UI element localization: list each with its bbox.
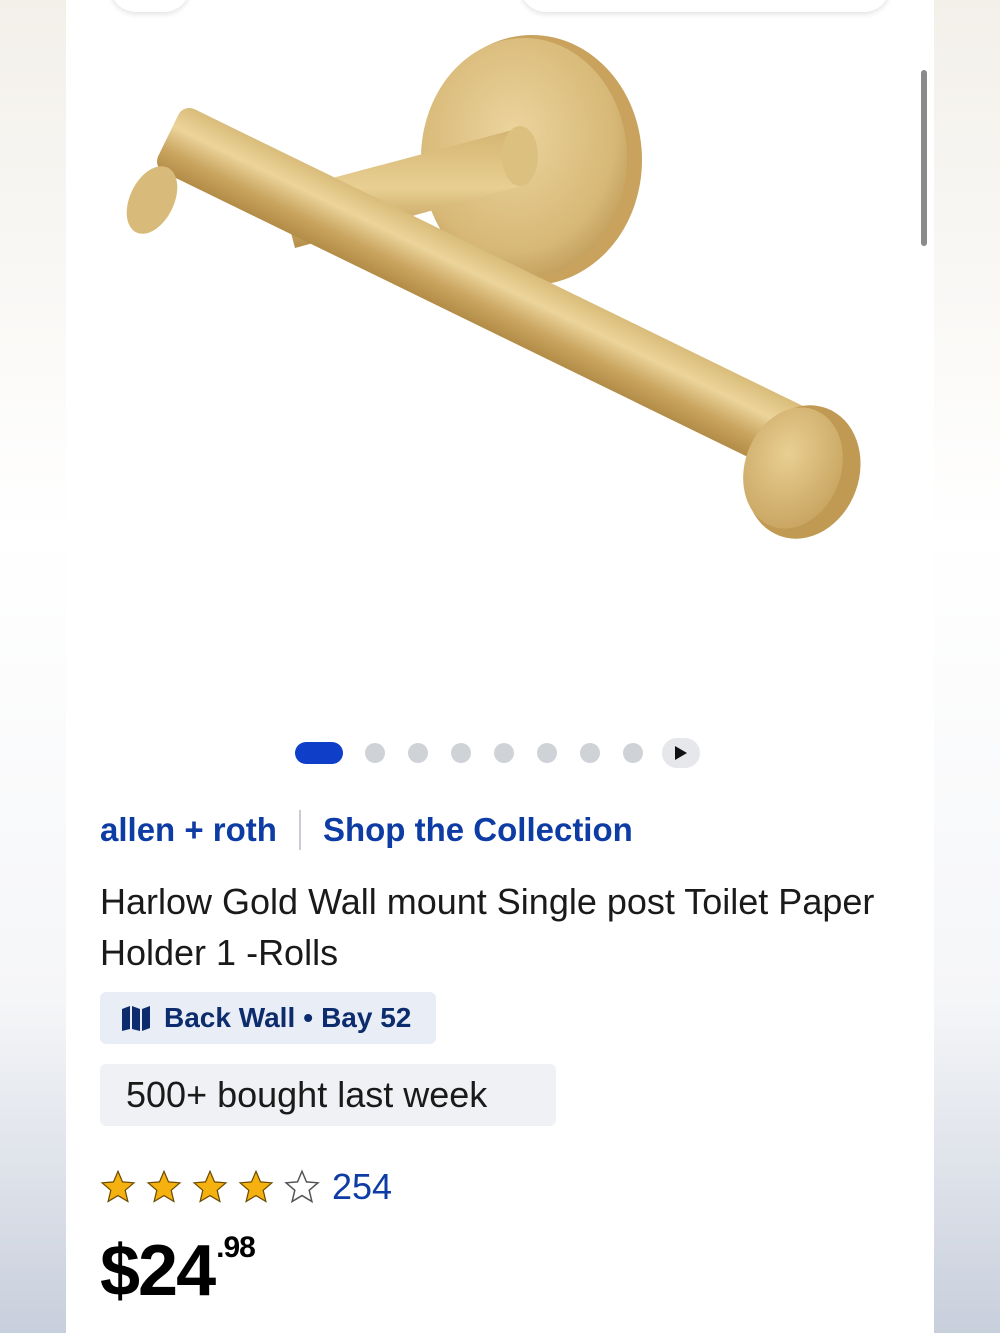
carousel-dot-6[interactable] <box>537 743 557 763</box>
star-filled-icon <box>146 1169 182 1203</box>
star-filled-icon <box>238 1169 274 1203</box>
star-filled-icon <box>100 1169 136 1203</box>
rating-row[interactable]: 254 <box>100 1166 392 1208</box>
carousel-dot-1[interactable] <box>295 742 343 764</box>
star-empty-icon <box>284 1169 320 1204</box>
carousel-dot-5[interactable] <box>494 743 514 763</box>
product-title: Harlow Gold Wall mount Single post Toile… <box>100 881 875 973</box>
bought-last-week-badge: 500+ bought last week <box>100 1064 556 1126</box>
map-icon <box>122 1006 150 1031</box>
shop-collection-link[interactable]: Shop the Collection <box>323 811 633 849</box>
location-bay: Bay 52 <box>321 1002 412 1033</box>
carousel-dot-4[interactable] <box>451 743 471 763</box>
price: $24.98 <box>100 1230 256 1312</box>
brand-row: allen + roth Shop the Collection <box>100 810 633 850</box>
price-dollars: $24 <box>100 1231 216 1311</box>
carousel-dot-8[interactable] <box>623 743 643 763</box>
location-aisle: Back Wall <box>164 1002 296 1033</box>
product-image[interactable] <box>120 20 880 560</box>
store-location-chip[interactable]: Back Wall • Bay 52 <box>100 992 436 1044</box>
image-carousel-dots <box>295 738 700 768</box>
location-separator: • <box>303 1002 314 1033</box>
background-right <box>934 0 1000 1333</box>
review-count[interactable]: 254 <box>332 1166 392 1208</box>
carousel-dot-2[interactable] <box>365 743 385 763</box>
video-play-button[interactable] <box>662 738 700 768</box>
brand-link[interactable]: allen + roth <box>100 811 277 849</box>
carousel-dot-3[interactable] <box>408 743 428 763</box>
brand-divider <box>298 810 301 850</box>
price-cents: .98 <box>216 1231 256 1264</box>
search-bar[interactable] <box>520 0 890 12</box>
carousel-dot-7[interactable] <box>580 743 600 763</box>
background-left <box>0 0 66 1333</box>
scrollbar[interactable] <box>921 70 927 246</box>
star-filled-icon <box>192 1169 228 1203</box>
play-icon <box>675 746 687 760</box>
